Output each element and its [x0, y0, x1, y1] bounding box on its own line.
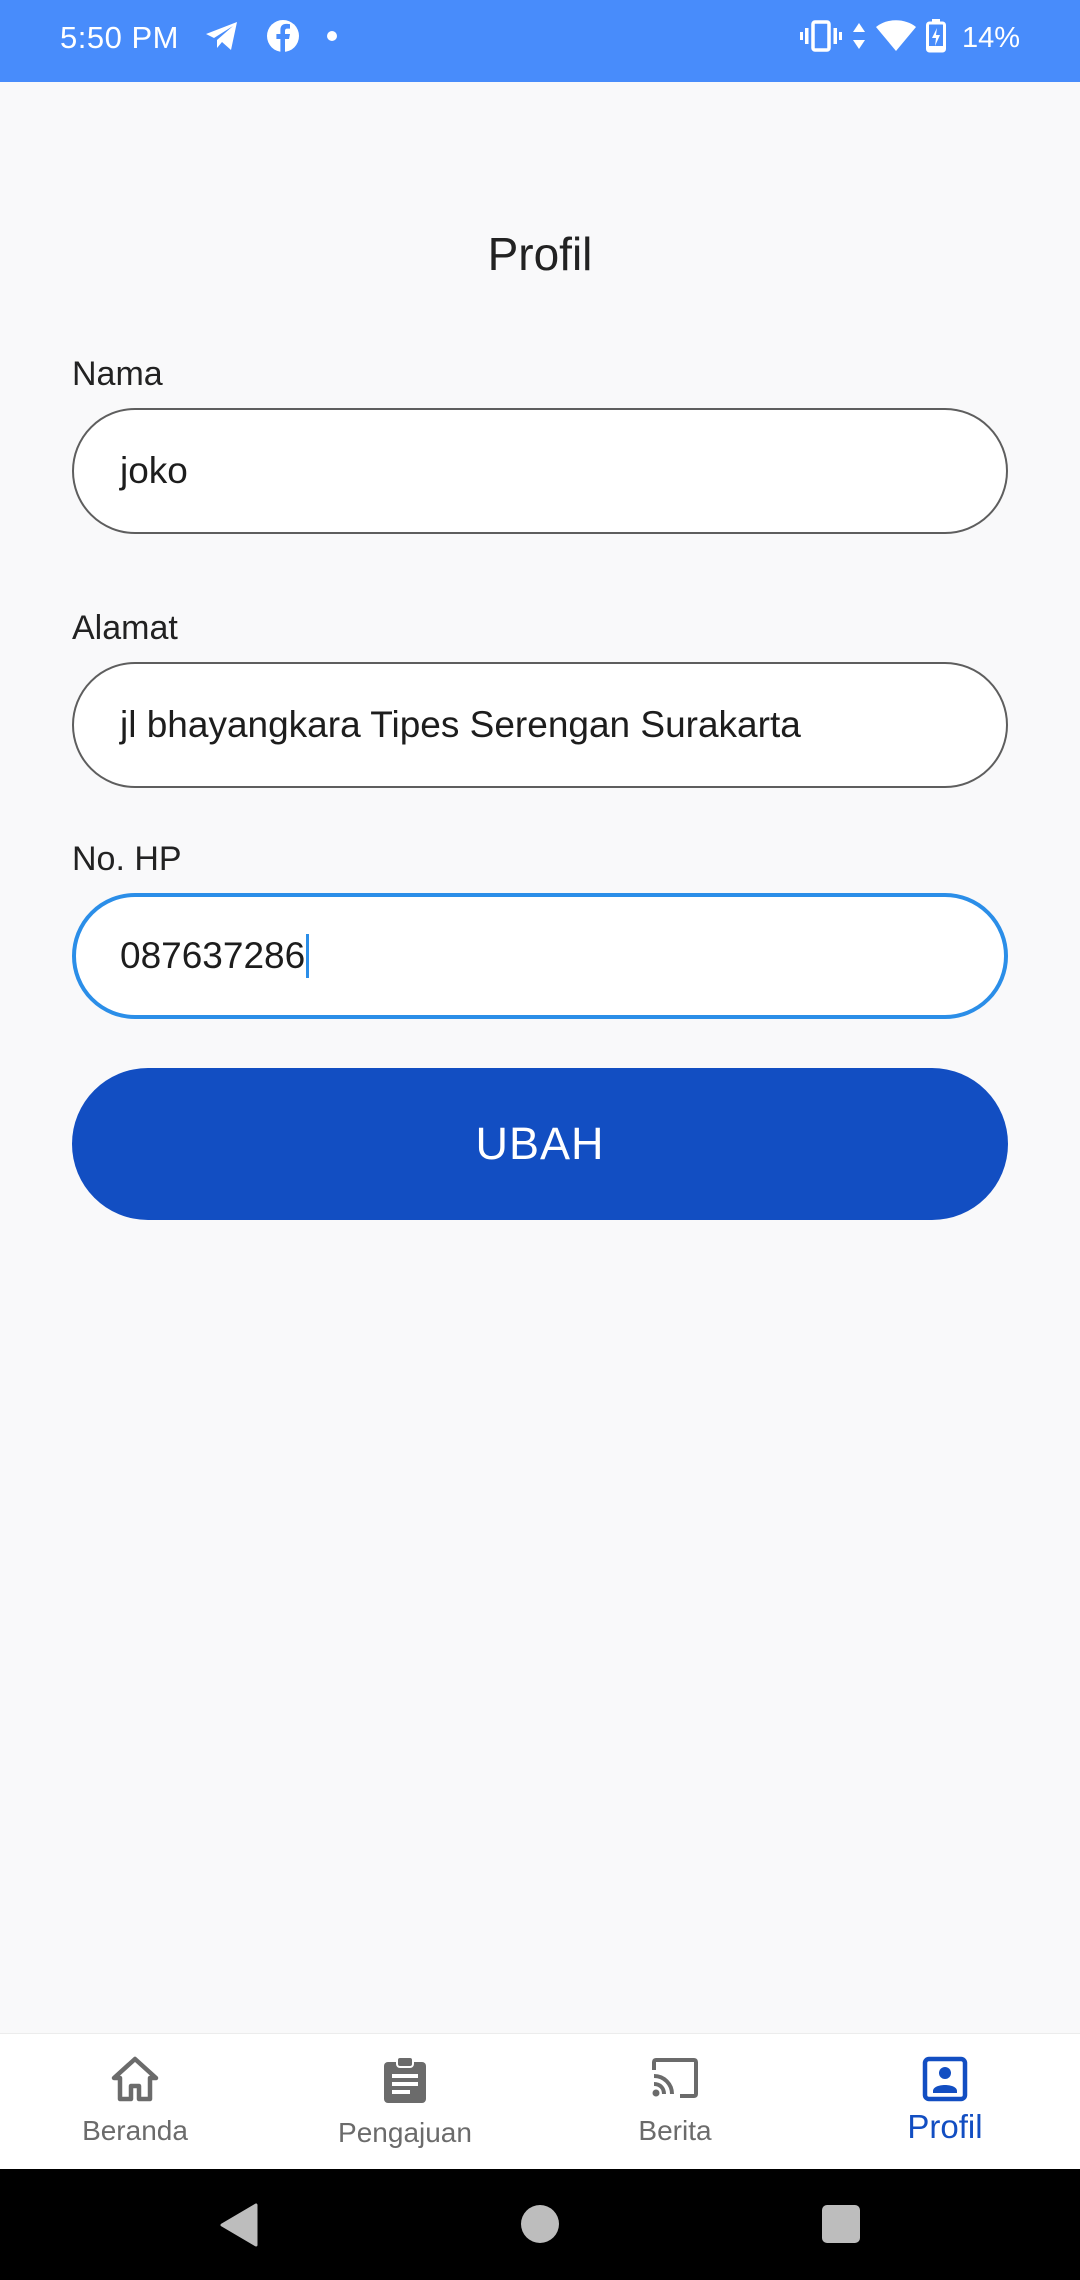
alamat-value: jl bhayangkara Tipes Serengan Surakarta — [120, 704, 801, 745]
ubah-button[interactable]: UBAH — [72, 1068, 1008, 1220]
facebook-icon — [266, 19, 300, 58]
back-icon[interactable] — [218, 2203, 258, 2252]
no-hp-input[interactable]: 087637286 — [72, 893, 1008, 1019]
nav-label-profil: Profil — [907, 2108, 983, 2145]
clipboard-icon — [382, 2056, 428, 2109]
text-caret — [306, 934, 310, 978]
alamat-input[interactable]: jl bhayangkara Tipes Serengan Surakarta — [72, 662, 1008, 788]
nama-input[interactable]: joko — [72, 408, 1008, 534]
recents-icon[interactable] — [822, 2205, 860, 2243]
nav-item-pengajuan[interactable]: Pengajuan — [270, 2034, 540, 2169]
battery-percent: 14% — [961, 22, 1020, 54]
alamat-label: Alamat — [72, 609, 178, 647]
bottom-nav: Beranda Pengajuan Berita Profil — [0, 2033, 1080, 2169]
data-arrows-icon — [852, 21, 866, 56]
dot-icon — [326, 29, 338, 47]
nama-label: Nama — [72, 355, 163, 393]
nav-item-profil[interactable]: Profil — [810, 2034, 1080, 2169]
status-bar: 5:50 PM 14% — [0, 0, 1080, 82]
page-title: Profil — [487, 228, 593, 280]
home-icon — [111, 2056, 159, 2107]
system-status-icons: 14% — [799, 18, 1020, 58]
no-hp-value: 087637286 — [120, 935, 306, 976]
wifi-icon — [875, 19, 916, 57]
nama-value: joko — [120, 450, 188, 491]
nav-item-berita[interactable]: Berita — [540, 2034, 810, 2169]
notification-icons — [204, 18, 338, 58]
system-nav-bar — [0, 2169, 1080, 2280]
no-hp-label: No. HP — [72, 840, 182, 878]
nav-label-berita: Berita — [638, 2115, 712, 2146]
telegram-icon — [204, 20, 240, 57]
cast-icon — [650, 2056, 700, 2107]
battery-charging-icon — [925, 18, 946, 58]
nav-label-beranda: Beranda — [82, 2115, 188, 2146]
status-time: 5:50 PM — [60, 20, 179, 55]
home-button-icon[interactable] — [521, 2205, 559, 2243]
profile-card-icon — [922, 2056, 968, 2107]
vibrate-icon — [799, 19, 842, 57]
nav-item-beranda[interactable]: Beranda — [0, 2034, 270, 2169]
nav-label-pengajuan: Pengajuan — [338, 2117, 472, 2148]
